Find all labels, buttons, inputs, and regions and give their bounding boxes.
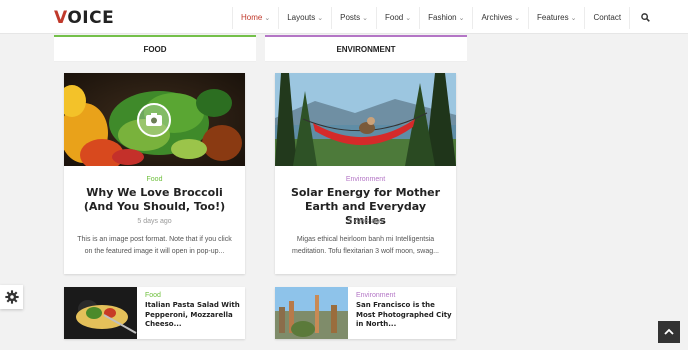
search-button[interactable] <box>629 7 661 29</box>
nav-item-layouts[interactable]: Layouts ⌄ <box>278 7 331 29</box>
nav-item-archives[interactable]: Archives ⌄ <box>472 7 528 29</box>
list-item: Food Italian Pasta Salad With Pepperoni,… <box>64 287 245 339</box>
nav-item-features[interactable]: Features ⌄ <box>528 7 584 29</box>
post-excerpt: This is an image post format. Note that … <box>77 236 232 255</box>
post-category[interactable]: Food <box>145 292 161 299</box>
post-title[interactable]: Why We Love Broccoli (And You Should, To… <box>72 186 237 214</box>
chevron-down-icon: ⌄ <box>317 15 324 22</box>
post-category[interactable]: Environment <box>275 176 456 183</box>
chevron-up-icon <box>664 328 674 335</box>
site-logo[interactable]: VOICE <box>54 8 114 28</box>
section-title: ENVIRONMENT <box>265 35 467 62</box>
chevron-down-icon: ⌄ <box>405 15 412 22</box>
food-section-header: FOOD <box>54 35 256 62</box>
search-icon <box>641 13 650 22</box>
main-menu: Home ⌄ Layouts ⌄ Posts ⌄ Food ⌄ Fashion ⌄ Arc… <box>232 7 661 29</box>
post-thumbnail[interactable] <box>275 287 348 339</box>
top-navigation-bar: VOICE Home ⌄ Layouts ⌄ Posts ⌄ Food ⌄ Fashio… <box>0 0 688 34</box>
chevron-down-icon: ⌄ <box>362 15 369 22</box>
back-to-top-button[interactable] <box>658 321 680 343</box>
nav-item-contact[interactable]: Contact <box>584 7 629 29</box>
settings-toggle-button[interactable] <box>0 285 23 309</box>
post-title[interactable]: Italian Pasta Salad With Pepperoni, Mozz… <box>145 301 241 330</box>
nav-item-posts[interactable]: Posts ⌄ <box>331 7 376 29</box>
post-date: 5 days ago <box>137 218 172 225</box>
nav-item-fashion[interactable]: Fashion ⌄ <box>419 7 472 29</box>
post-date: 5 days ago <box>348 218 383 225</box>
post-title[interactable]: San Francisco is the Most Photographed C… <box>356 301 452 330</box>
chevron-down-icon: ⌄ <box>570 15 577 22</box>
post-thumbnail[interactable] <box>64 287 137 339</box>
gear-icon <box>4 290 19 304</box>
environment-section-header: ENVIRONMENT <box>265 35 467 62</box>
post-card: Food Why We Love Broccoli (And You Shoul… <box>64 73 245 274</box>
chevron-down-icon: ⌄ <box>264 15 271 22</box>
featured-image[interactable] <box>64 73 245 166</box>
chevron-down-icon: ⌄ <box>458 15 465 22</box>
nav-item-home[interactable]: Home ⌄ <box>232 7 278 29</box>
post-excerpt: Migas ethical heirloom banh mi Intellige… <box>292 236 439 255</box>
section-title: FOOD <box>54 35 256 62</box>
featured-image[interactable] <box>275 73 456 166</box>
post-category[interactable]: Environment <box>356 292 395 299</box>
list-item: Environment San Francisco is the Most Ph… <box>275 287 456 339</box>
post-category[interactable]: Food <box>64 176 245 183</box>
chevron-down-icon: ⌄ <box>514 15 521 22</box>
camera-icon <box>137 103 171 137</box>
nav-item-food[interactable]: Food ⌄ <box>376 7 419 29</box>
post-card: Environment Solar Energy for Mother Eart… <box>275 73 456 274</box>
